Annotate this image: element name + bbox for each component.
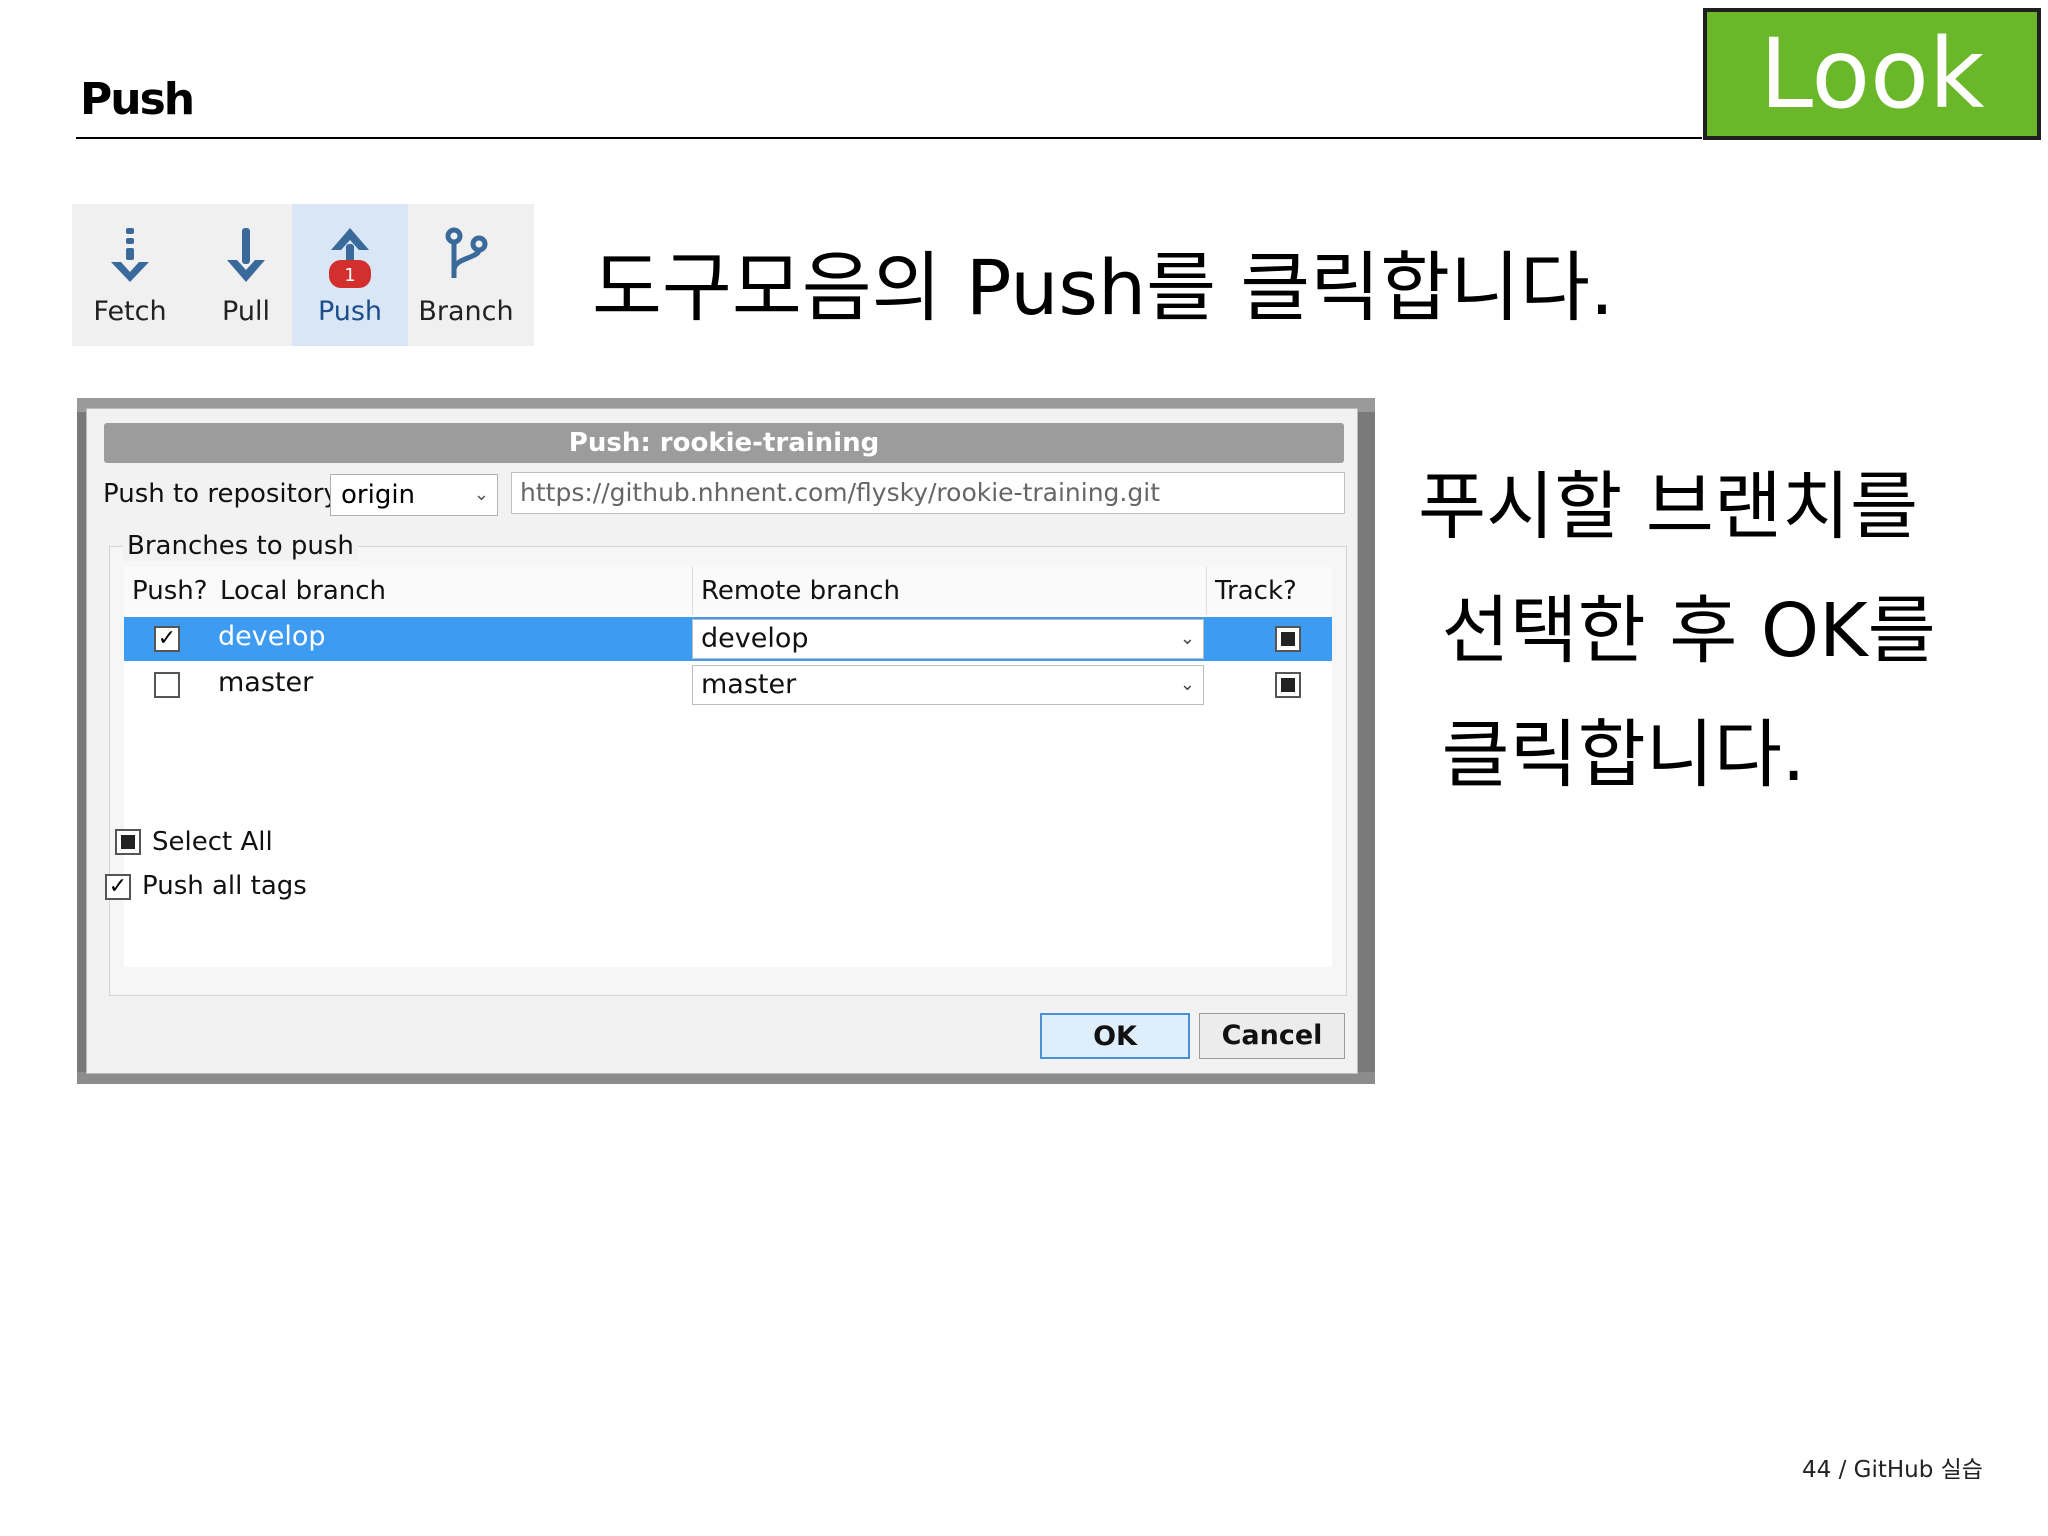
select-all-label: Select All — [152, 827, 273, 857]
col-header-push[interactable]: Push? — [124, 567, 212, 615]
pull-label: Pull — [222, 296, 270, 327]
local-branch-master: master — [218, 667, 314, 698]
repo-select[interactable]: origin ⌄ — [330, 474, 498, 516]
chevron-down-icon: ⌄ — [1179, 628, 1195, 649]
push-checkbox-master[interactable] — [154, 672, 180, 698]
push-icon: 1 — [329, 228, 371, 288]
track-checkbox-master[interactable] — [1275, 672, 1301, 698]
col-header-local[interactable]: Local branch — [212, 567, 692, 615]
push-button[interactable]: 1 Push — [292, 204, 408, 346]
branch-icon — [445, 227, 488, 278]
repo-value: origin — [341, 480, 416, 510]
fetch-icon — [111, 228, 149, 282]
table-row[interactable]: master master ⌄ — [124, 663, 1332, 707]
branches-group: Push? Local branch Remote branch Track? … — [109, 546, 1347, 996]
remote-branch-select-master[interactable]: master ⌄ — [692, 665, 1204, 705]
instruction-step2: 푸시할 브랜치를 선택한 후 OK를 클릭합니다. — [1418, 464, 1936, 798]
title-divider — [76, 137, 1702, 139]
instruction-step1: 도구모음의 Push를 클릭합니다. — [592, 243, 1615, 332]
push-all-tags-label: Push all tags — [142, 871, 307, 901]
sourcetree-toolbar: Fetch Pull 1 Push Branch — [72, 204, 534, 346]
local-branch-develop: develop — [218, 621, 326, 652]
push-checkbox-develop[interactable]: ✓ — [154, 626, 180, 652]
remote-branch-develop: develop — [701, 623, 809, 654]
table-row[interactable]: ✓ develop develop ⌄ — [124, 617, 1332, 661]
chevron-down-icon: ⌄ — [1179, 674, 1195, 695]
ok-button[interactable]: OK — [1040, 1013, 1190, 1059]
branches-group-label: Branches to push — [123, 531, 358, 561]
select-all-checkbox[interactable] — [115, 829, 141, 855]
push-all-tags-checkbox[interactable]: ✓ — [105, 874, 131, 900]
fetch-button[interactable]: Fetch — [72, 204, 188, 346]
track-checkbox-develop[interactable] — [1275, 626, 1301, 652]
push-label: Push — [317, 296, 383, 327]
branch-button[interactable]: Branch — [408, 204, 524, 346]
repo-url-field[interactable]: https://github.nhnent.com/flysky/rookie-… — [511, 472, 1345, 514]
look-badge: Look — [1703, 8, 2041, 140]
pull-button[interactable]: Pull — [188, 204, 304, 346]
push-count-badge: 1 — [344, 265, 355, 286]
dialog-title: Push: rookie-training — [104, 423, 1344, 463]
cancel-button[interactable]: Cancel — [1199, 1013, 1345, 1059]
chevron-down-icon: ⌄ — [473, 484, 489, 505]
pull-icon — [227, 228, 265, 282]
slide-title: Push — [80, 74, 195, 125]
fetch-label: Fetch — [93, 296, 167, 327]
push-dialog-screenshot: Push: rookie-training Push to repository… — [77, 398, 1375, 1084]
branch-label: Branch — [418, 296, 514, 327]
col-header-track[interactable]: Track? — [1206, 567, 1332, 615]
repo-label: Push to repository: — [103, 479, 346, 509]
page-footer: 44 / GitHub 실습 — [1802, 1457, 1983, 1483]
col-header-remote[interactable]: Remote branch — [692, 567, 1206, 615]
remote-branch-select-develop[interactable]: develop ⌄ — [692, 619, 1204, 659]
push-dialog: Push: rookie-training Push to repository… — [86, 408, 1358, 1074]
remote-branch-master: master — [701, 669, 797, 700]
branches-table: Push? Local branch Remote branch Track? … — [124, 567, 1332, 967]
